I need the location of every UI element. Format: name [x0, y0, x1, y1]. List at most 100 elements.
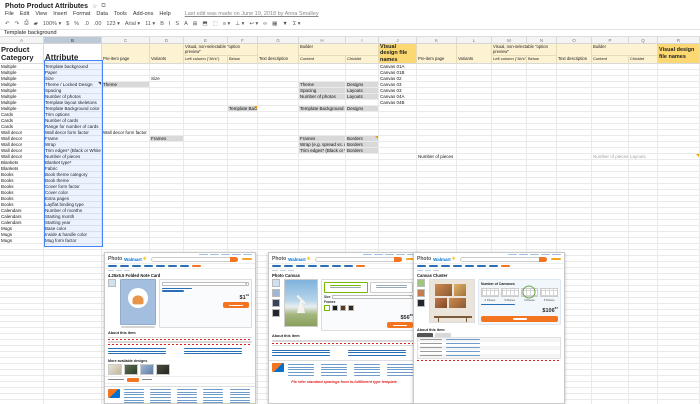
toolbar-borders-button[interactable]: ⊞	[193, 21, 198, 27]
cart-icon[interactable]	[551, 258, 561, 260]
toolbar-functions-button[interactable]: Σ ▾	[293, 21, 301, 27]
column-letter-I[interactable]: I	[346, 37, 379, 43]
cell-R58[interactable]	[658, 400, 700, 404]
column-letter-K[interactable]: K	[417, 37, 457, 43]
toolbar-strikethrough-button[interactable]: S	[175, 21, 179, 27]
menu-edit[interactable]: Edit	[20, 11, 29, 17]
formula-bar[interactable]: Template background	[0, 30, 700, 37]
toolbar-zoom-select-button[interactable]: 100% ▾	[43, 21, 61, 27]
frame-swatch[interactable]	[324, 304, 330, 311]
column-letter-B[interactable]: B	[44, 37, 102, 43]
menu-view[interactable]: View	[35, 11, 47, 17]
product-image[interactable]	[120, 278, 156, 325]
toolbar-bold-button[interactable]: B	[160, 21, 164, 27]
menu-format[interactable]: Format	[73, 11, 90, 17]
shipping-link[interactable]	[481, 303, 515, 305]
toolbar-increase-decimal-button[interactable]: .00	[94, 21, 102, 27]
photo-logo[interactable]: Photo	[417, 256, 431, 262]
header-content-2[interactable]: Content	[592, 55, 629, 63]
footer-links-column[interactable]	[288, 363, 317, 376]
footer-links-column[interactable]	[150, 389, 172, 403]
header-below[interactable]: Below	[228, 55, 257, 63]
folder-icon[interactable]: ⧉	[101, 3, 105, 10]
toolbar-redo-button[interactable]: ↷	[15, 21, 20, 27]
photo-logo[interactable]: Photo	[272, 256, 286, 262]
header-left-column-2[interactable]: Left column ("AVs")	[492, 55, 527, 63]
column-letter-Q[interactable]: Q	[629, 37, 658, 43]
info-link[interactable]	[162, 287, 192, 289]
option-wrap[interactable]	[369, 281, 413, 293]
toolbar-horizontal-align-button[interactable]: ≡ ▾	[223, 21, 231, 27]
add-to-cart-button[interactable]	[223, 302, 249, 309]
search-input[interactable]	[150, 256, 239, 262]
column-letter-E[interactable]: E	[184, 37, 228, 43]
column-letter-G[interactable]: G	[258, 37, 299, 43]
column-letter-P[interactable]: P	[592, 37, 629, 43]
thumbnail-column[interactable]	[417, 278, 426, 325]
toolbar-merge-cells-button[interactable]: ⬚	[213, 21, 218, 27]
header-chicklet-2[interactable]: Chicklet	[629, 55, 657, 63]
frame-swatch[interactable]	[332, 304, 338, 311]
header-text-description[interactable]: Text description	[258, 44, 299, 64]
search-input[interactable]	[314, 256, 403, 262]
column-letter-D[interactable]: D	[150, 37, 184, 43]
cell-P58[interactable]	[592, 400, 629, 404]
cell-B58[interactable]	[44, 400, 102, 404]
footer-links-column[interactable]	[176, 389, 199, 403]
info-link[interactable]	[162, 290, 184, 292]
header-below-2[interactable]: Below	[527, 55, 556, 63]
header-option-preview-group-2[interactable]: Visual, non-selectable "option preview" …	[492, 44, 557, 64]
header-product-category[interactable]: Product Category	[0, 44, 44, 64]
signup-button[interactable]	[127, 377, 139, 382]
design-thumbnails[interactable]	[105, 363, 255, 375]
footer-links-column[interactable]	[387, 363, 416, 376]
toolbar-decrease-decimal-button[interactable]: .0	[84, 21, 89, 27]
column-letter-A[interactable]: A	[0, 37, 44, 43]
toolbar-paint-format-button[interactable]: ▰	[34, 21, 38, 27]
toolbar-insert-link-button[interactable]: ∞	[263, 21, 267, 27]
cell-Q58[interactable]	[629, 400, 658, 404]
column-letter-F[interactable]: F	[228, 37, 258, 43]
header-pre-item-page-2[interactable]: Pre-item page	[417, 44, 457, 64]
header-variants[interactable]: Variants	[150, 44, 184, 64]
design-thumb[interactable]	[124, 363, 138, 375]
footer-links-column[interactable]	[354, 363, 383, 376]
header-visual-design[interactable]: Visual design file names	[379, 44, 417, 64]
column-letter-N[interactable]: N	[527, 37, 557, 43]
footer-links-column[interactable]	[124, 389, 146, 403]
tab-description[interactable]	[417, 332, 433, 337]
toolbar-insert-chart-button[interactable]: ▦	[272, 21, 277, 27]
cart-icon[interactable]	[242, 258, 252, 260]
add-to-cart-button[interactable]	[387, 322, 413, 329]
column-letter-H[interactable]: H	[299, 37, 346, 43]
star-icon[interactable]: ☆	[92, 3, 97, 10]
column-letter-R[interactable]: R	[658, 37, 700, 43]
document-title[interactable]: Photo Product Attributes	[5, 3, 88, 10]
toolbar-format-currency-button[interactable]: $	[66, 21, 69, 27]
header-visual-design-2[interactable]: Visual design file names	[658, 44, 700, 64]
header-left-column[interactable]: Left column ("AVs")	[184, 55, 228, 63]
toolbar-font-size-select-button[interactable]: 11 ▾	[145, 21, 155, 27]
menu-data[interactable]: Data	[96, 11, 108, 17]
add-to-cart-button[interactable]	[481, 315, 558, 322]
footer-links-column[interactable]	[203, 389, 225, 403]
column-letter-O[interactable]: O	[557, 37, 592, 43]
photo-logo[interactable]: Photo	[108, 256, 122, 262]
header-option-preview-group[interactable]: Visual, non-selectable "option preview" …	[184, 44, 258, 64]
toolbar-italic-button[interactable]: I	[169, 21, 171, 27]
toolbar-font-select-button[interactable]: Arial ▾	[125, 21, 140, 27]
tab-specs[interactable]	[435, 332, 451, 337]
walmart-logo[interactable]: Walmart	[288, 257, 306, 262]
toolbar-undo-button[interactable]: ↶	[5, 21, 10, 27]
last-edit-link[interactable]: Last edit was made on June 19, 2018 by A…	[185, 11, 319, 17]
header-text-description-2[interactable]: Text description	[557, 44, 592, 64]
toolbar-text-color-button[interactable]: A	[184, 21, 188, 27]
design-thumb[interactable]	[156, 363, 170, 375]
option-print-to-edge[interactable]	[324, 281, 368, 293]
toolbar-text-wrap-button[interactable]: ↩ ▾	[249, 21, 258, 27]
header-variants-2[interactable]: Variants	[457, 44, 492, 64]
option-3-pieces[interactable]: 3 Pieces	[500, 287, 519, 302]
menu-help[interactable]: Help	[159, 11, 170, 17]
header-attribute[interactable]: Attribute	[44, 44, 102, 64]
design-thumb[interactable]	[140, 363, 154, 375]
